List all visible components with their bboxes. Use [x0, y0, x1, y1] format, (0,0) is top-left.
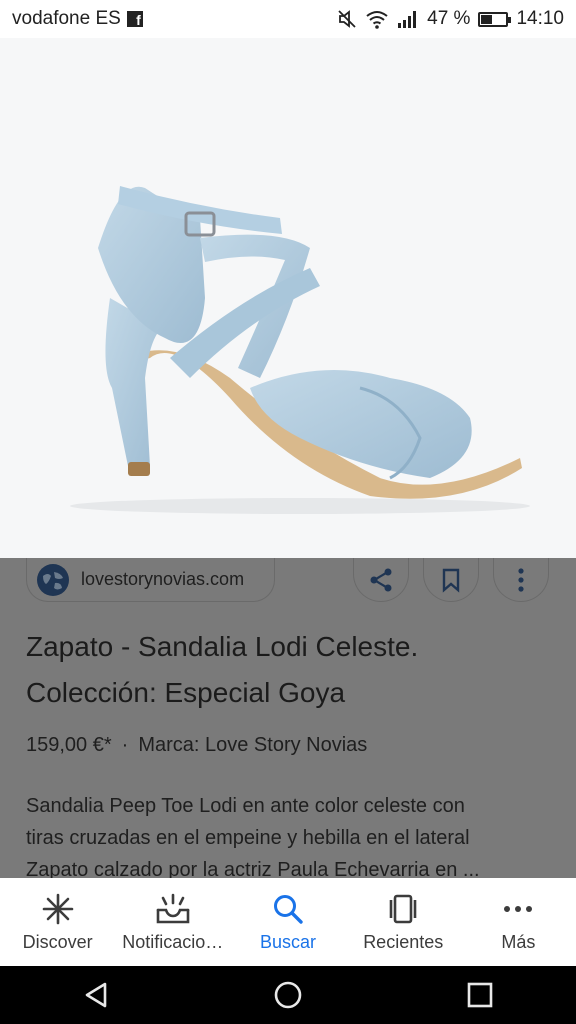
more-options-button[interactable] [493, 558, 549, 602]
wifi-icon [366, 11, 388, 29]
save-button[interactable] [423, 558, 479, 602]
title-line-1: Zapato - Sandalia Lodi Celeste. [26, 631, 419, 662]
bottom-navigation: Discover Notificacio… Buscar Recientes M… [0, 878, 576, 966]
description-line: tiras cruzadas en el empeine y hebilla e… [26, 827, 470, 849]
source-chip[interactable]: lovestorynovias.com [26, 558, 275, 602]
source-domain: lovestorynovias.com [81, 569, 245, 589]
bookmark-icon [442, 568, 460, 593]
signal-icon [398, 11, 417, 28]
carrier-label: vodafone ES [12, 8, 121, 29]
nav-recent[interactable]: Recientes [346, 878, 461, 966]
overview-icon[interactable] [465, 980, 495, 1010]
nav-search-label: Buscar [259, 931, 317, 952]
nav-recent-label: Recientes [363, 931, 444, 952]
mute-icon [338, 10, 356, 28]
meta-separator: · [121, 734, 129, 756]
back-icon[interactable] [81, 980, 111, 1010]
nav-more-label: Más [501, 931, 536, 952]
nav-search[interactable]: Buscar [230, 878, 345, 966]
facebook-notification-icon: f [126, 11, 143, 27]
clock: 14:10 [516, 8, 564, 29]
asterisk-icon [42, 893, 73, 924]
battery-icon [478, 11, 512, 27]
nav-notifications-label: Notificacio… [122, 931, 224, 952]
nav-more[interactable]: Más [461, 878, 576, 966]
result-card[interactable]: lovestorynovias.com Zapato - Sandalia Lo… [0, 558, 576, 881]
notifications-tray-icon [156, 893, 190, 923]
recent-cards-icon [389, 894, 417, 923]
description-line: Sandalia Peep Toe Lodi en ante color cel… [26, 795, 465, 817]
status-right: 47 % 14:10 [337, 8, 564, 30]
result-title[interactable]: Zapato - Sandalia Lodi Celeste. Colecció… [26, 624, 556, 716]
system-navigation-bar [0, 966, 576, 1024]
more-vert-icon [518, 567, 524, 592]
status-left: vodafone ES f [12, 8, 143, 30]
price: 159,00 €* [26, 734, 112, 756]
sandal-illustration [70, 186, 530, 514]
more-horiz-icon [504, 905, 533, 912]
share-button[interactable] [353, 558, 409, 602]
result-description: Sandalia Peep Toe Lodi en ante color cel… [26, 790, 546, 886]
product-image[interactable] [0, 38, 576, 558]
battery-percent: 47 % [427, 8, 471, 29]
search-icon [274, 894, 303, 924]
globe-icon [37, 563, 69, 596]
home-icon[interactable] [273, 980, 303, 1010]
battery-level [481, 14, 493, 24]
share-icon [370, 568, 392, 591]
result-meta: 159,00 €* · Marca: Love Story Novias [26, 734, 367, 757]
title-line-2: Colección: Especial Goya [26, 677, 346, 708]
nav-notifications[interactable]: Notificacio… [115, 878, 230, 966]
status-bar: vodafone ES f 47 % 14:10 [0, 0, 576, 38]
nav-discover[interactable]: Discover [0, 878, 115, 966]
brand: Marca: Love Story Novias [138, 734, 368, 756]
nav-discover-label: Discover [22, 931, 93, 952]
